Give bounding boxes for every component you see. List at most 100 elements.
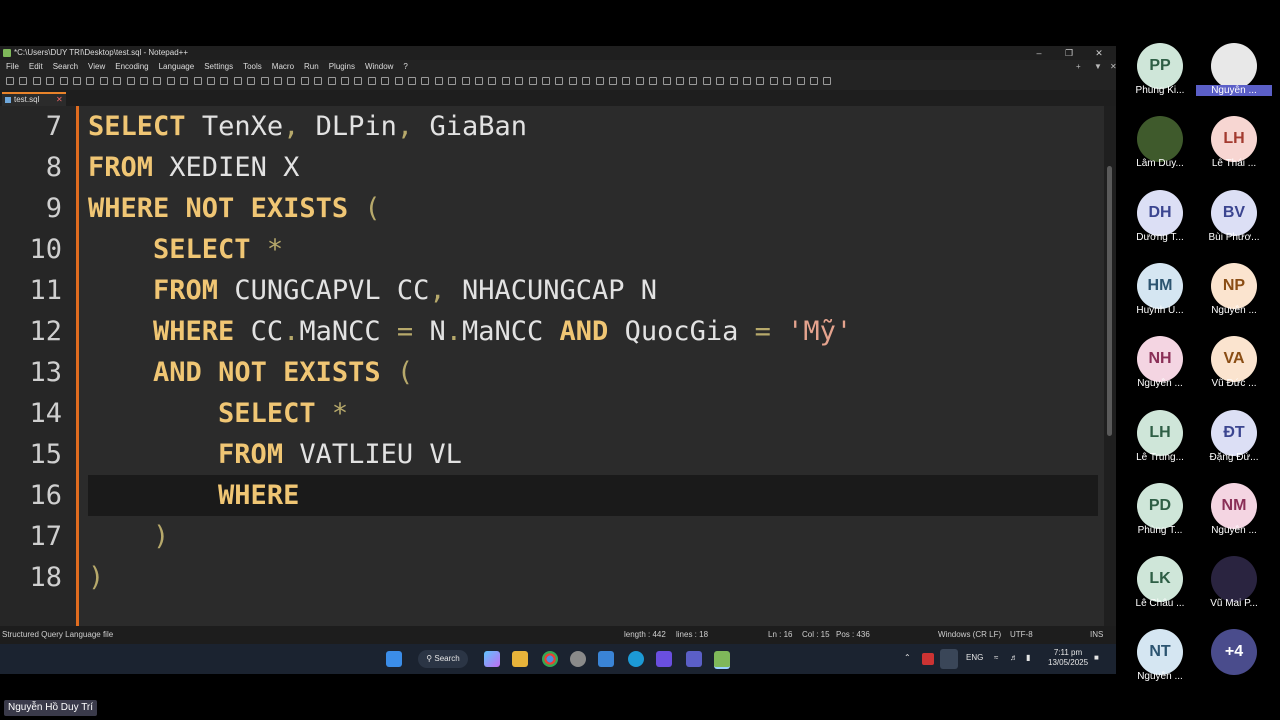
toolbar-button-icon[interactable]: [153, 77, 162, 85]
participant-avatar[interactable]: NM: [1211, 482, 1257, 529]
toolbar-button-icon[interactable]: [434, 77, 443, 85]
settings-gear-icon[interactable]: [570, 651, 586, 667]
tab-close-icon[interactable]: ✕: [56, 94, 63, 106]
maximize-button[interactable]: ❐: [1054, 46, 1084, 60]
app-icon-purple[interactable]: [656, 651, 672, 667]
vertical-scrollbar[interactable]: [1104, 106, 1116, 626]
participant-avatar[interactable]: PP: [1137, 43, 1183, 89]
add-icon[interactable]: +: [1076, 60, 1081, 74]
toolbar-button-icon[interactable]: [448, 77, 457, 85]
toolbar-button-icon[interactable]: [300, 77, 309, 85]
toolbar-button-icon[interactable]: [99, 77, 108, 85]
taskbar-search-button[interactable]: ⚲ Search: [418, 650, 468, 668]
notification-icon[interactable]: ■: [1094, 653, 1099, 662]
participant-avatar[interactable]: [1211, 43, 1257, 89]
toolbar-button-icon[interactable]: [743, 77, 751, 85]
toolbar-button-icon[interactable]: [488, 77, 497, 85]
menu-search[interactable]: Search: [53, 62, 78, 71]
toolbar-button-icon[interactable]: [515, 77, 524, 85]
participant-avatar[interactable]: NH: [1137, 336, 1183, 383]
menu-window[interactable]: Window: [365, 62, 393, 71]
menu-plugins[interactable]: Plugins: [329, 62, 355, 71]
toolbar-button-icon[interactable]: [769, 77, 778, 85]
menu-view[interactable]: View: [88, 62, 105, 71]
toolbar-button-icon[interactable]: [394, 77, 403, 85]
participant-avatar[interactable]: LK: [1137, 556, 1183, 603]
participant-avatar[interactable]: BV: [1211, 189, 1257, 236]
toolbar-button-icon[interactable]: [542, 77, 550, 85]
menu-help[interactable]: ?: [403, 62, 407, 71]
toolbar-button-icon[interactable]: [73, 77, 81, 85]
toolbar-button-icon[interactable]: [19, 77, 28, 85]
toolbar-button-icon[interactable]: [367, 77, 376, 85]
scrollbar-thumb[interactable]: [1107, 166, 1112, 436]
toolbar-button-icon[interactable]: [582, 77, 591, 85]
participant-avatar[interactable]: NT: [1137, 629, 1183, 676]
toolbar-button-icon[interactable]: [716, 77, 725, 85]
toolbar-button-icon[interactable]: [32, 77, 41, 85]
participant-avatar[interactable]: DH: [1137, 189, 1183, 236]
toolbar-button-icon[interactable]: [260, 77, 269, 85]
toolbar-button-icon[interactable]: [649, 77, 658, 85]
chrome-icon[interactable]: [542, 651, 558, 667]
toolbar-button-icon[interactable]: [595, 77, 604, 85]
participant-avatar[interactable]: LH: [1211, 116, 1257, 163]
teams-icon[interactable]: [686, 651, 702, 667]
menu-settings[interactable]: Settings: [204, 62, 233, 71]
toolbar-button-icon[interactable]: [220, 77, 229, 85]
tab-test-sql[interactable]: test.sql ✕: [2, 92, 66, 107]
toolbar-button-icon[interactable]: [408, 77, 416, 85]
menu-run[interactable]: Run: [304, 62, 319, 71]
toolbar-button-icon[interactable]: [381, 77, 390, 85]
start-icon[interactable]: [386, 651, 402, 667]
toolbar-button-icon[interactable]: [274, 77, 282, 85]
toolbar-button-icon[interactable]: [247, 77, 256, 85]
participant-avatar[interactable]: PD: [1137, 482, 1183, 529]
toolbar-button-icon[interactable]: [59, 77, 68, 85]
toolbar-button-icon[interactable]: [810, 77, 818, 85]
participant-avatar[interactable]: ĐT: [1211, 409, 1257, 456]
toolbar-button-icon[interactable]: [421, 77, 430, 85]
toolbar-button-icon[interactable]: [314, 77, 323, 85]
toolbar-button-icon[interactable]: [501, 77, 510, 85]
participant-avatar[interactable]: HM: [1137, 262, 1183, 309]
language-indicator[interactable]: ENG: [966, 653, 983, 662]
toolbar-button-icon[interactable]: [635, 77, 644, 85]
toolbar-button-icon[interactable]: [180, 77, 189, 85]
participant-avatar[interactable]: [1211, 556, 1257, 603]
battery-icon[interactable]: ▮: [1026, 653, 1030, 662]
toolbar-button-icon[interactable]: [327, 77, 336, 85]
clock[interactable]: 7:11 pm 13/05/2025: [1048, 648, 1088, 668]
microphone-icon[interactable]: [940, 649, 958, 669]
toolbar-button-icon[interactable]: [287, 77, 296, 85]
toolbar-button-icon[interactable]: [166, 77, 175, 85]
participant-avatar[interactable]: VA: [1211, 336, 1257, 383]
code-editor[interactable]: 7 8 9 10 11 12 13 14 15 16 17 18 SELECT …: [0, 106, 1104, 626]
toolbar-button-icon[interactable]: [341, 77, 349, 85]
menu-encoding[interactable]: Encoding: [115, 62, 148, 71]
menu-tools[interactable]: Tools: [243, 62, 262, 71]
toolbar-button-icon[interactable]: [86, 77, 95, 85]
tray-app-icon[interactable]: [922, 653, 934, 665]
close-button[interactable]: ✕: [1084, 46, 1114, 60]
toolbar-button-icon[interactable]: [796, 77, 805, 85]
toolbar-button-icon[interactable]: [676, 77, 684, 85]
notepadpp-taskbar-icon[interactable]: [714, 651, 730, 669]
toolbar-button-icon[interactable]: [783, 77, 792, 85]
toolbar-button-icon[interactable]: [622, 77, 631, 85]
participant-avatar[interactable]: LH: [1137, 409, 1183, 456]
toolbar-button-icon[interactable]: [126, 77, 135, 85]
copilot-icon[interactable]: [484, 651, 500, 667]
participant-avatar[interactable]: +4: [1211, 629, 1257, 676]
toolbar-button-icon[interactable]: [461, 77, 470, 85]
menu-file[interactable]: File: [6, 62, 19, 71]
menu-edit[interactable]: Edit: [29, 62, 43, 71]
toolbar-button-icon[interactable]: [193, 77, 202, 85]
minimize-button[interactable]: –: [1024, 46, 1054, 60]
participant-avatar[interactable]: NP: [1211, 262, 1257, 309]
edge-icon[interactable]: [628, 651, 644, 667]
toolbar-button-icon[interactable]: [528, 77, 537, 85]
toolbar-button-icon[interactable]: [207, 77, 215, 85]
menu-language[interactable]: Language: [159, 62, 195, 71]
toolbar-button-icon[interactable]: [823, 77, 832, 85]
